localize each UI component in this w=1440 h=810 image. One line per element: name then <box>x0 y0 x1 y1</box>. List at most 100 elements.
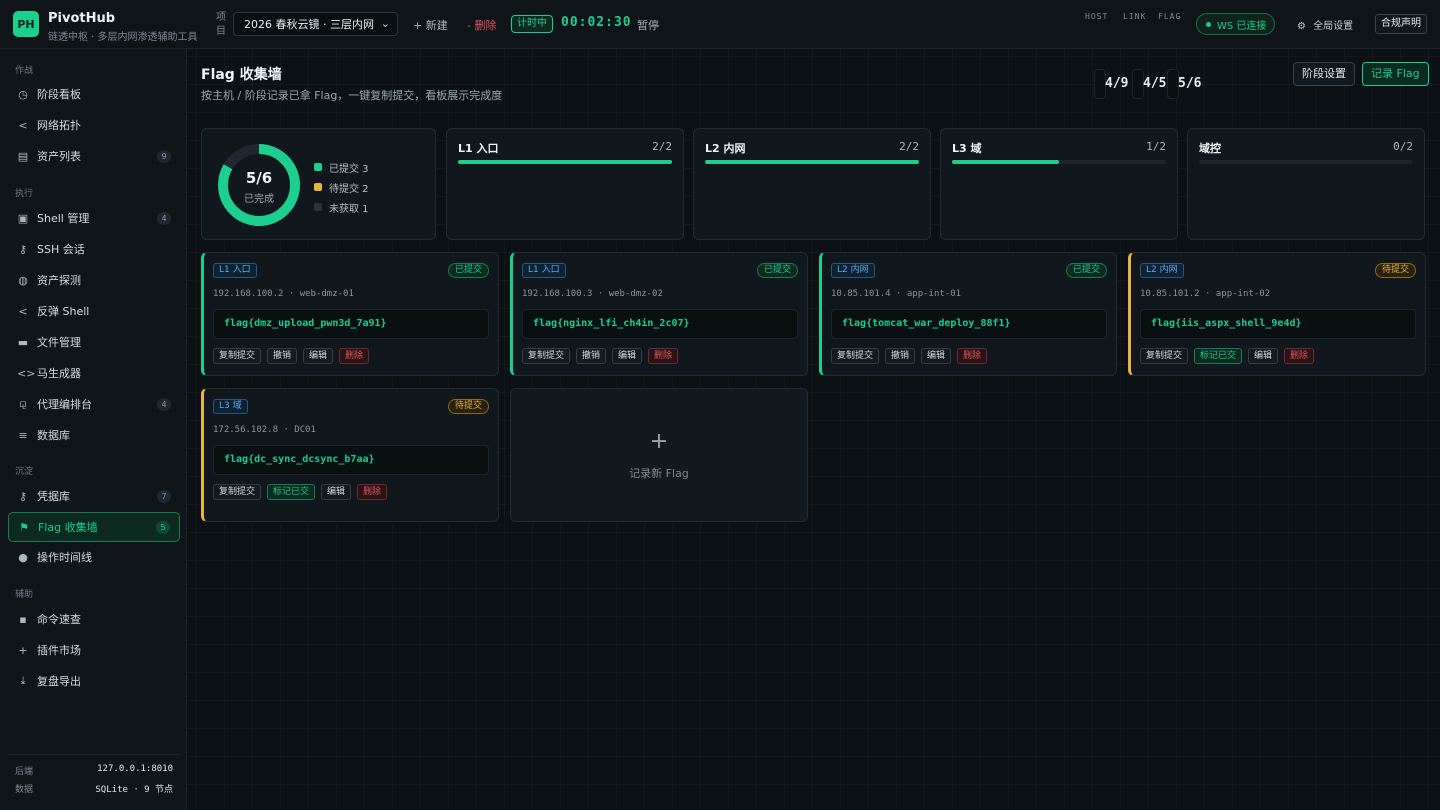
plus-icon: + <box>649 429 669 454</box>
sidebar-item-shell[interactable]: ▣ Shell 管理 4 <box>8 204 180 232</box>
ring-value: 5/6 <box>245 169 273 187</box>
status-badge: 已提交 <box>447 263 489 278</box>
revoke-button[interactable]: 撤销 <box>885 348 916 364</box>
flag-card: L3 域 待提交 172.56.102.8 · DC01 flag{dc_syn… <box>201 388 499 522</box>
sidebar-item-credentials[interactable]: ⚷ 凭据库 7 <box>8 482 180 510</box>
count-badge: 5 <box>156 521 170 534</box>
sidebar-item-cheatsheet[interactable]: ▪ 命令速查 <box>8 605 180 633</box>
status-badge: 已提交 <box>756 263 798 278</box>
compliance-button[interactable]: 合规声明 <box>1375 14 1427 34</box>
share-icon: < <box>18 304 28 318</box>
flag-value[interactable]: flag{iis_aspx_shell_9e4d} <box>1140 309 1416 339</box>
legend-item-pending: 待提交 2 <box>314 177 369 197</box>
revoke-button[interactable]: 撤销 <box>267 348 298 364</box>
flag-value[interactable]: flag{dc_sync_dcsync_b7aa} <box>213 445 489 475</box>
completion-summary-card: 5/6 已完成 已提交 3 待提交 2 未获取 1 <box>201 128 436 240</box>
flag-icon: ⚑ <box>19 520 29 534</box>
global-settings-label: 全局设置 <box>1313 21 1354 32</box>
legend-item-submitted: 已提交 3 <box>314 157 369 177</box>
sidebar-item-plugins[interactable]: + 插件市场 <box>8 636 180 664</box>
sidebar-item-timeline[interactable]: ● 操作时间线 <box>8 543 180 571</box>
data-row: 数据 SQLite · 9 节点 <box>15 782 173 795</box>
plus-icon: + <box>18 643 28 657</box>
count-badge: 4 <box>157 212 171 225</box>
stat-flag: FLAG 5/6 <box>1158 12 1201 99</box>
delete-button[interactable]: 删除 <box>357 484 388 500</box>
sidebar-item-files[interactable]: ▬ 文件管理 <box>8 328 180 356</box>
sidebar-item-export[interactable]: ⤓ 复盘导出 <box>8 667 180 695</box>
delete-button[interactable]: 删除 <box>648 348 679 364</box>
edit-button[interactable]: 编辑 <box>612 348 643 364</box>
delete-button[interactable]: 删除 <box>339 348 370 364</box>
top-bar: PH PivotHub 链透中枢 · 多层内网渗透辅助工具 项目 2026 春秋… <box>0 0 1440 99</box>
edit-button[interactable]: 编辑 <box>321 484 352 500</box>
mark-submitted-button[interactable]: 标记已交 <box>267 484 316 500</box>
stage-progress-fill <box>458 160 672 164</box>
add-flag-card[interactable]: + 记录新 Flag <box>510 388 808 522</box>
delete-button[interactable]: 删除 <box>1284 348 1315 364</box>
stat-label: HOST <box>1085 12 1109 21</box>
delete-project-button[interactable]: - 删除 <box>467 17 496 33</box>
sidebar-item-database[interactable]: ≡ 数据库 <box>8 421 180 449</box>
legend-label: 未获取 1 <box>329 203 369 215</box>
stage-settings-button[interactable]: 阶段设置 <box>1293 62 1355 86</box>
sidebar-item-assets[interactable]: ▤ 资产列表 9 <box>8 142 180 170</box>
sidebar-item-reverse-shell[interactable]: < 反弹 Shell <box>8 297 180 325</box>
new-project-button[interactable]: + 新建 <box>413 17 448 33</box>
ws-status-text: WS 已连接 <box>1217 20 1267 32</box>
sidebar-item-flag-wall[interactable]: ⚑ Flag 收集墙 5 <box>8 512 180 542</box>
record-flag-button[interactable]: 记录 Flag <box>1362 62 1429 86</box>
edit-button[interactable]: 编辑 <box>1248 348 1279 364</box>
legend-swatch <box>314 183 322 191</box>
sidebar-section-title: 沉淀 <box>15 467 34 477</box>
sidebar-item-label: 文件管理 <box>37 336 81 349</box>
level-badge: L1 入口 <box>213 263 257 278</box>
revoke-button[interactable]: 撤销 <box>576 348 607 364</box>
pause-button[interactable]: 暂停 <box>637 17 659 33</box>
copy-submit-button[interactable]: 复制提交 <box>522 348 571 364</box>
count-badge: 9 <box>157 150 171 163</box>
flag-card: L1 入口 已提交 192.168.100.2 · web-dmz-01 fla… <box>201 252 499 376</box>
sidebar-item-proxy[interactable]: ⚼ 代理编排台 4 <box>8 390 180 418</box>
download-icon: ⤓ <box>20 674 26 687</box>
edit-button[interactable]: 编辑 <box>921 348 952 364</box>
sidebar-item-topology[interactable]: < 网络拓扑 <box>8 111 180 139</box>
copy-submit-button[interactable]: 复制提交 <box>831 348 880 364</box>
server-icon: ▤ <box>17 149 29 163</box>
sidebar-item-stage-board[interactable]: ◷ 阶段看板 <box>8 80 180 108</box>
project-label: 项目 <box>216 12 226 37</box>
copy-submit-button[interactable]: 复制提交 <box>213 484 262 500</box>
flag-card: L2 内网 已提交 10.85.101.4 · app-int-01 flag{… <box>819 252 1117 376</box>
legend-label: 待提交 2 <box>329 183 369 195</box>
chevron-down-icon: ⌄ <box>380 17 390 30</box>
backend-value: 127.0.0.1:8010 <box>97 764 173 774</box>
flag-value[interactable]: flag{tomcat_war_deploy_88f1} <box>831 309 1107 339</box>
stat-value: 5/6 <box>1167 69 1201 99</box>
mark-submitted-button[interactable]: 标记已交 <box>1194 348 1243 364</box>
global-settings-button[interactable]: ⚙ 全局设置 <box>1297 17 1353 32</box>
sidebar-item-probe[interactable]: ◍ 资产探测 <box>8 266 180 294</box>
stage-progress-bar <box>1199 160 1413 164</box>
flag-card: L2 内网 待提交 10.85.101.2 · app-int-02 flag{… <box>1128 252 1426 376</box>
stage-name: L2 内网 <box>705 142 746 155</box>
app-logo: PH <box>13 11 39 37</box>
edit-button[interactable]: 编辑 <box>303 348 334 364</box>
delete-button[interactable]: 删除 <box>957 348 988 364</box>
project-select[interactable]: 2026 春秋云镜 · 三层内网 ⌄ <box>233 12 398 36</box>
stat-label: FLAG <box>1158 12 1182 21</box>
brand: PivotHub 链透中枢 · 多层内网渗透辅助工具 <box>48 11 198 43</box>
copy-submit-button[interactable]: 复制提交 <box>213 348 262 364</box>
sidebar-item-label: SSH 会话 <box>37 243 85 256</box>
level-badge: L3 域 <box>213 399 248 414</box>
gear-icon: ⚙ <box>1297 21 1306 32</box>
flag-host-meta: 10.85.101.4 · app-int-01 <box>831 289 962 299</box>
sidebar-item-ssh[interactable]: ⚷ SSH 会话 <box>8 235 180 263</box>
copy-submit-button[interactable]: 复制提交 <box>1140 348 1189 364</box>
stage-name: L1 入口 <box>458 142 499 155</box>
flag-value[interactable]: flag{dmz_upload_pwn3d_7a91} <box>213 309 489 339</box>
sidebar-item-generator[interactable]: <> 马生成器 <box>8 359 180 387</box>
stage-progress-bar <box>458 160 672 164</box>
sidebar-item-label: 复盘导出 <box>37 675 81 688</box>
stage-card-l1: L1 入口 2/2 <box>446 128 684 240</box>
flag-value[interactable]: flag{nginx_lfi_ch4in_2c07} <box>522 309 798 339</box>
